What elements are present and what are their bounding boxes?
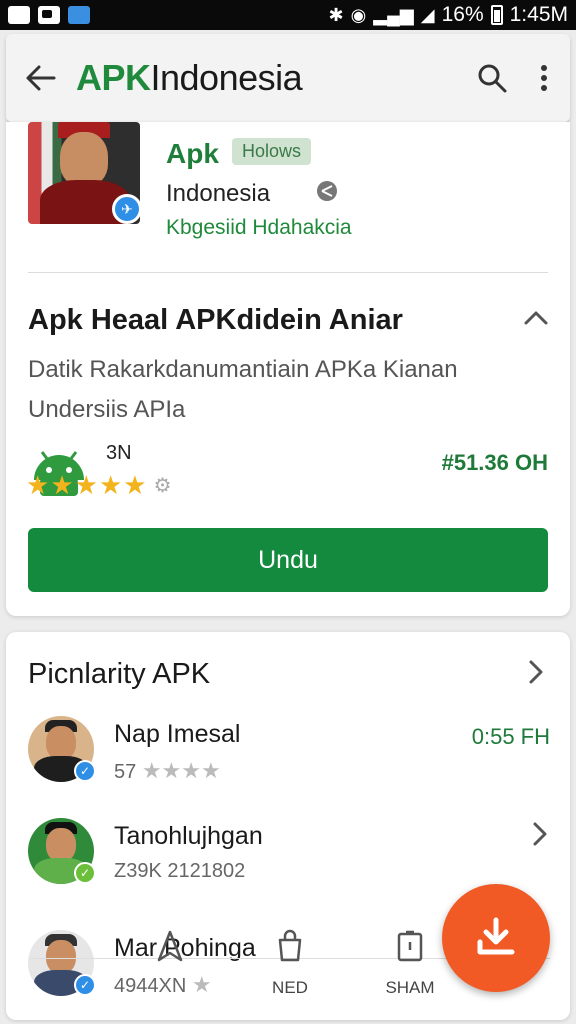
download-fab[interactable]	[442, 884, 550, 992]
search-icon	[478, 64, 507, 93]
notification-icons	[8, 6, 90, 24]
app-developer[interactable]: Kbgesiid Hdahakcia	[166, 216, 352, 240]
wifi-icon: ◉	[350, 5, 367, 25]
item-meta-text: 57	[114, 761, 137, 783]
battery-percent: 16%	[441, 3, 484, 26]
item-meta: 57 ★★★★	[114, 758, 221, 784]
star-icon: ★	[98, 470, 123, 500]
share-icon[interactable]	[314, 178, 340, 204]
nav-label: NED	[272, 978, 308, 997]
app-chip: Holows	[232, 138, 312, 165]
rating-count: 3N	[106, 442, 132, 464]
nav-home[interactable]	[130, 928, 210, 1008]
chevron-up-icon[interactable]	[520, 302, 552, 334]
app-bar: APK Indonesia	[6, 34, 570, 122]
signal-icon-2: ◢	[420, 5, 435, 25]
app-size: #51.36 OH	[441, 450, 548, 475]
divider	[28, 272, 548, 273]
signal-icon: ▂▄▆	[373, 5, 414, 25]
clipboard-icon	[397, 930, 423, 962]
battery-icon	[490, 5, 503, 25]
nav-sham[interactable]: SHAM	[370, 928, 450, 1008]
chevron-right-icon[interactable]	[520, 656, 552, 688]
list-item[interactable]: ✓ Nap Imesal 57 ★★★★ 0:55 FH	[28, 716, 558, 796]
arrow-left-icon	[26, 65, 56, 91]
verified-badge-icon: ✈	[112, 194, 140, 224]
clock: 1:45M	[509, 3, 568, 26]
bottom-nav: NED SHAM	[130, 928, 450, 1008]
search-button[interactable]	[466, 34, 518, 122]
download-icon	[477, 917, 515, 955]
notification-icon	[8, 6, 30, 24]
brand-apk: APK	[76, 57, 151, 98]
chevron-right-icon[interactable]	[526, 818, 554, 850]
bluetooth-icon: ✱	[328, 5, 344, 25]
verified-icon: ✓	[74, 862, 96, 884]
verified-icon: ✓	[74, 974, 96, 996]
status-indicators: ✱ ◉ ▂▄▆ ◢ 16% 1:45M	[328, 3, 568, 27]
back-button[interactable]	[6, 34, 76, 122]
nav-label: SHAM	[385, 978, 435, 997]
app-name: Apk	[166, 138, 219, 169]
star-icon: ★	[50, 470, 74, 500]
image-notification-icon	[38, 6, 60, 24]
item-name: Tanohlujhgan	[114, 822, 263, 850]
verified-icon: ✓	[74, 760, 96, 782]
item-meta: Z39K 2121802	[114, 860, 246, 882]
star-icon: ★	[26, 470, 50, 500]
nav-ned[interactable]: NED	[250, 928, 330, 1008]
brand-indonesia: Indonesia	[150, 57, 303, 98]
star-icon: ★	[123, 470, 147, 500]
download-button[interactable]: Undu	[28, 528, 548, 592]
more-vert-icon	[541, 65, 547, 91]
star-rating: ★ ★ ★ ★ ★ ⚙	[26, 470, 172, 501]
star-icon: ★	[74, 470, 98, 500]
shopping-bag-icon	[278, 929, 302, 962]
overflow-menu-button[interactable]	[518, 34, 570, 122]
star-icons: ★★★★	[141, 758, 221, 783]
gear-icon: ⚙	[153, 475, 172, 497]
app-bar-title: APK Indonesia	[76, 57, 466, 99]
item-time: 0:55 FH	[471, 724, 550, 749]
section-title: Apk Heaal APKdidein Aniar	[28, 304, 403, 336]
section-description: Datik Rakarkdanumantiain APKa Kianan Und…	[28, 356, 458, 423]
navigation-icon	[157, 930, 183, 962]
app-subtitle: Indonesia	[166, 180, 271, 207]
app-hero-image: ✈	[28, 122, 140, 224]
item-name: Nap Imesal	[114, 720, 241, 748]
app-detail-card: ✈ Apk Holows Indonesia Kbgesiid Hdahakci…	[6, 122, 570, 616]
status-bar: ✱ ◉ ▂▄▆ ◢ 16% 1:45M	[0, 0, 576, 30]
app-notification-icon	[68, 6, 90, 24]
list-title: Picnlarity APK	[28, 658, 211, 690]
